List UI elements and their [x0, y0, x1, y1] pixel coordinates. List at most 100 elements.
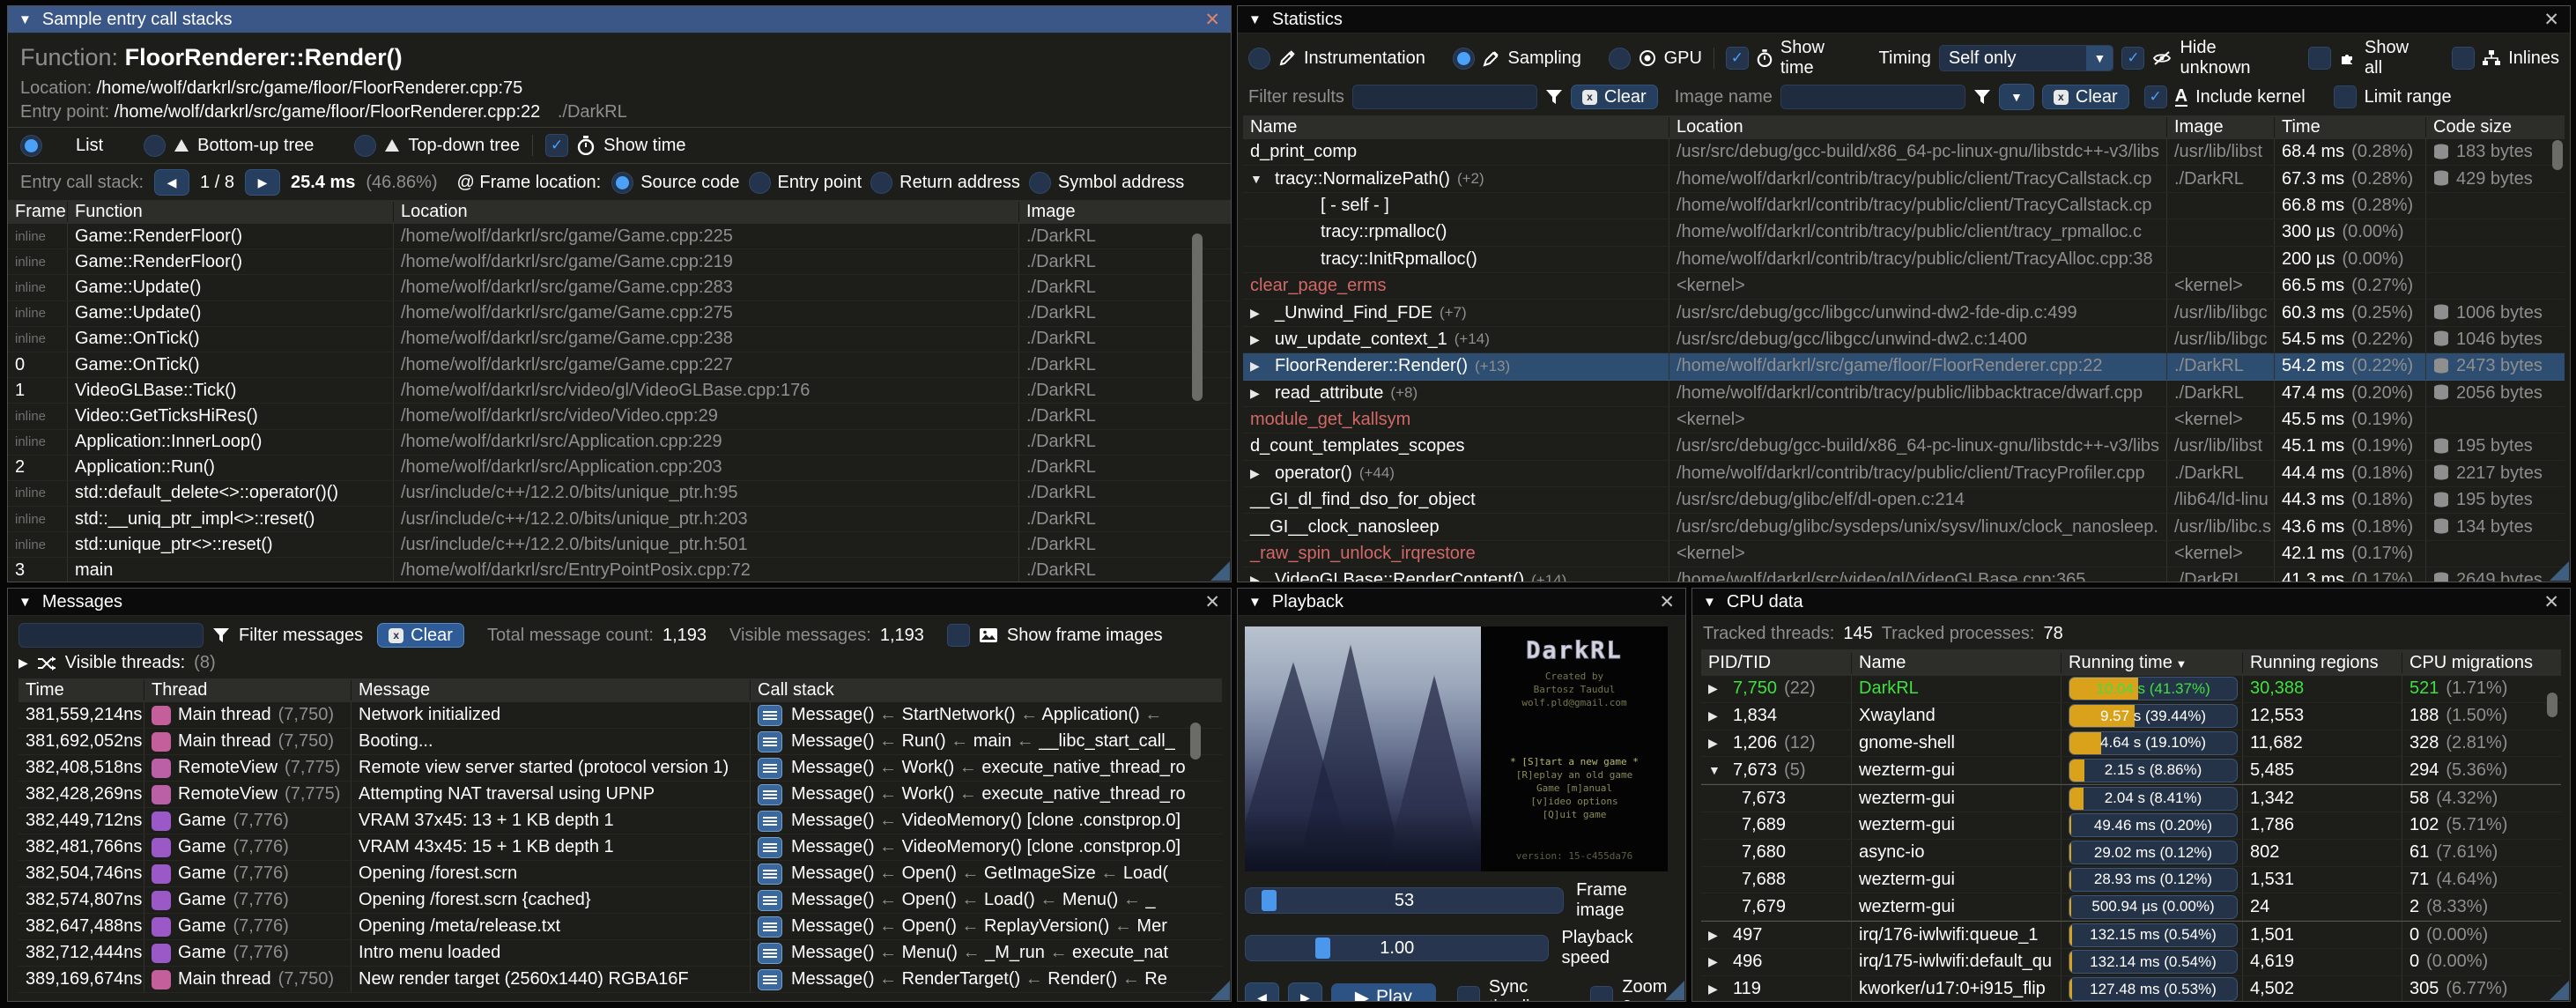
call-stack-icon[interactable] — [758, 705, 782, 726]
sampling-radio[interactable] — [1453, 48, 1475, 70]
radio-icon[interactable] — [749, 172, 771, 194]
resize-grip[interactable] — [2550, 981, 2569, 1000]
gpu-radio[interactable] — [1609, 48, 1631, 70]
table-row[interactable]: 382,574,807nsGame(7,776)Opening /forest.… — [19, 887, 1222, 914]
table-row[interactable]: 7,679wezterm-gui500.94 µs (0.00%)242(8.3… — [1701, 893, 2561, 921]
collapse-icon[interactable]: ▼ — [1703, 595, 1716, 610]
table-row[interactable]: inlineGame::OnTick()/home/wolf/darkrl/sr… — [8, 327, 1231, 352]
table-row[interactable]: 382,408,518nsRemoteView(7,775)Remote vie… — [19, 755, 1222, 782]
resize-grip[interactable] — [1665, 981, 1684, 1000]
call-stack-icon[interactable] — [758, 916, 782, 938]
collapse-icon[interactable]: ▼ — [1250, 172, 1268, 186]
table-row[interactable]: 389,169,674nsMain thread(7,750)New rende… — [19, 967, 1222, 993]
scrollbar-thumb[interactable] — [1192, 233, 1203, 401]
call-stack-icon[interactable] — [758, 731, 782, 752]
funnel-icon[interactable] — [1545, 88, 1563, 106]
table-row[interactable]: d_print_comp/usr/src/debug/gcc-build/x86… — [1243, 139, 2565, 166]
image-name-input[interactable] — [1780, 85, 1965, 109]
close-icon[interactable]: ✕ — [1204, 9, 1220, 31]
call-stack-cell[interactable]: Message() ← Work() ← execute_native_thre… — [750, 782, 1222, 807]
message-filter-input[interactable] — [19, 623, 204, 648]
show-all-checkbox[interactable] — [2308, 47, 2331, 70]
frame-image-slider[interactable]: 53 — [1245, 887, 1564, 914]
call-stack-cell[interactable]: Message() ← VideoMemory() [clone .constp… — [750, 834, 1222, 860]
collapse-icon[interactable]: ▼ — [19, 595, 32, 610]
table-row[interactable]: ▶497irq/176-iwlwifi:queue_1132.15 ms (0.… — [1701, 921, 2561, 949]
column-header[interactable]: Location — [393, 202, 1018, 222]
clear-filter-button[interactable]: xClear — [1571, 85, 1658, 109]
cpu-data-titlebar[interactable]: ▼ CPU data ✕ — [1692, 589, 2570, 616]
call-stack-cell[interactable]: Message() ← Menu() ← _M_run ← execute_na… — [750, 940, 1222, 966]
expand-icon[interactable]: ▶ — [1250, 466, 1268, 481]
expand-icon[interactable]: ▶ — [1708, 736, 1726, 751]
expand-icon[interactable]: ▶ — [1708, 982, 1726, 997]
table-row[interactable]: ▶operator()(+44)/home/wolf/darkrl/contri… — [1243, 461, 2565, 487]
table-row[interactable]: inlinestd::default_delete<>::operator()(… — [8, 481, 1231, 507]
frame-location-option[interactable]: Symbol address — [1029, 172, 1184, 194]
expand-icon[interactable]: ▶ — [1250, 359, 1268, 374]
table-row[interactable]: ▶7,750(22)DarkRL10.04 s (41.37%)30,38852… — [1701, 676, 2561, 703]
visible-threads-row[interactable]: ▶ Visible threads: (8) — [8, 651, 1231, 678]
call-stack-cell[interactable]: Message() ← Open() ← ReplayVersion() ← M… — [750, 914, 1222, 939]
column-header[interactable]: Image — [1018, 202, 1231, 222]
table-row[interactable]: [ - self - ]/home/wolf/darkrl/contrib/tr… — [1243, 193, 2565, 219]
close-icon[interactable]: ✕ — [1204, 591, 1220, 613]
table-row[interactable]: 2Application::Run()/home/wolf/darkrl/src… — [8, 456, 1231, 481]
radio-icon[interactable] — [611, 172, 633, 194]
column-header[interactable]: Image — [2166, 117, 2274, 137]
table-row[interactable]: ▶_Unwind_Find_FDE(+7)/usr/src/debug/gcc/… — [1243, 300, 2565, 326]
table-row[interactable]: 7,688wezterm-gui28.93 ms (0.12%)1,53171(… — [1701, 867, 2561, 894]
collapse-icon[interactable]: ▼ — [1708, 763, 1726, 777]
expand-icon[interactable]: ▶ — [1250, 573, 1268, 582]
column-header[interactable]: PID/TID — [1701, 653, 1851, 673]
include-kernel-checkbox[interactable] — [2144, 85, 2167, 108]
call-stack-icon[interactable] — [758, 758, 782, 779]
table-row[interactable]: inlineVideo::GetTicksHiRes()/home/wolf/d… — [8, 404, 1231, 429]
column-header[interactable]: Name — [1243, 117, 1669, 137]
table-row[interactable]: ▶uw_update_context_1(+14)/usr/src/debug/… — [1243, 327, 2565, 353]
scrollbar-thumb[interactable] — [1190, 723, 1201, 760]
clear-image-filter-button[interactable]: xClear — [2042, 85, 2129, 109]
close-icon[interactable]: ✕ — [2543, 591, 2559, 613]
table-row[interactable]: 3main/home/wolf/darkrl/src/EntryPointPos… — [8, 558, 1231, 582]
frame-location-option[interactable]: Return address — [870, 172, 1020, 194]
funnel-icon[interactable] — [1973, 88, 1991, 106]
table-row[interactable]: ▼7,673(5)wezterm-gui2.15 s (8.86%)5,4852… — [1701, 757, 2561, 784]
statistics-titlebar[interactable]: ▼ Statistics ✕ — [1238, 6, 2570, 33]
table-row[interactable]: ▶119kworker/u17:0+i915_flip127.48 ms (0.… — [1701, 976, 2561, 1002]
dropdown-arrow-icon[interactable]: ▼ — [2086, 46, 2113, 70]
list-radio[interactable] — [20, 135, 42, 157]
call-stack-icon[interactable] — [758, 863, 782, 885]
table-row[interactable]: 382,647,488nsGame(7,776)Opening /meta/re… — [19, 914, 1222, 940]
call-stack-cell[interactable]: Message() ← VideoMemory() [clone .constp… — [750, 808, 1222, 834]
table-row[interactable]: 382,449,712nsGame(7,776)VRAM 37x45: 13 +… — [19, 808, 1222, 834]
expand-icon[interactable]: ▶ — [1708, 708, 1726, 723]
play-button[interactable]: ▶ Play — [1331, 983, 1436, 1002]
column-header[interactable]: Running regions — [2242, 653, 2402, 673]
table-row[interactable]: 7,673wezterm-gui2.04 s (8.41%)1,34258(4.… — [1701, 784, 2561, 812]
collapse-icon[interactable]: ▼ — [1248, 595, 1262, 610]
close-icon[interactable]: ✕ — [2543, 9, 2559, 31]
table-row[interactable]: _raw_spin_unlock_irqrestore<kernel><kern… — [1243, 541, 2565, 567]
inlines-checkbox[interactable] — [2452, 47, 2475, 70]
resize-grip[interactable] — [2550, 561, 2569, 581]
table-row[interactable]: ▶496irq/175-iwlwifi:default_qu132.14 ms … — [1701, 949, 2561, 976]
filter-results-input[interactable] — [1352, 85, 1537, 109]
table-row[interactable]: inlineGame::RenderFloor()/home/wolf/dark… — [8, 224, 1231, 249]
next-call-stack-button[interactable]: ▶ — [245, 169, 280, 196]
table-row[interactable]: 382,428,269nsRemoteView(7,775)Attempting… — [19, 782, 1222, 808]
playback-titlebar[interactable]: ▼ Playback ✕ — [1238, 589, 1685, 616]
call-stack-cell[interactable]: Message() ← RenderTarget() ← Render() ← … — [750, 967, 1222, 992]
call-stack-icon[interactable] — [758, 890, 782, 911]
expand-icon[interactable]: ▶ — [1708, 928, 1726, 943]
table-row[interactable]: inlineGame::RenderFloor()/home/wolf/dark… — [8, 249, 1231, 275]
collapse-icon[interactable]: ▼ — [19, 12, 32, 27]
prev-call-stack-button[interactable]: ◀ — [154, 169, 189, 196]
table-row[interactable]: inlineGame::Update()/home/wolf/darkrl/sr… — [8, 275, 1231, 300]
table-row[interactable]: 382,481,766nsGame(7,776)VRAM 43x45: 15 +… — [19, 834, 1222, 861]
instrumentation-radio[interactable] — [1248, 48, 1270, 70]
table-row[interactable]: module_get_kallsym<kernel><kernel>45.5 m… — [1243, 407, 2565, 434]
call-stack-icon[interactable] — [758, 811, 782, 832]
expand-icon[interactable]: ▶ — [1250, 332, 1268, 347]
column-header[interactable]: Call stack — [750, 680, 1222, 700]
